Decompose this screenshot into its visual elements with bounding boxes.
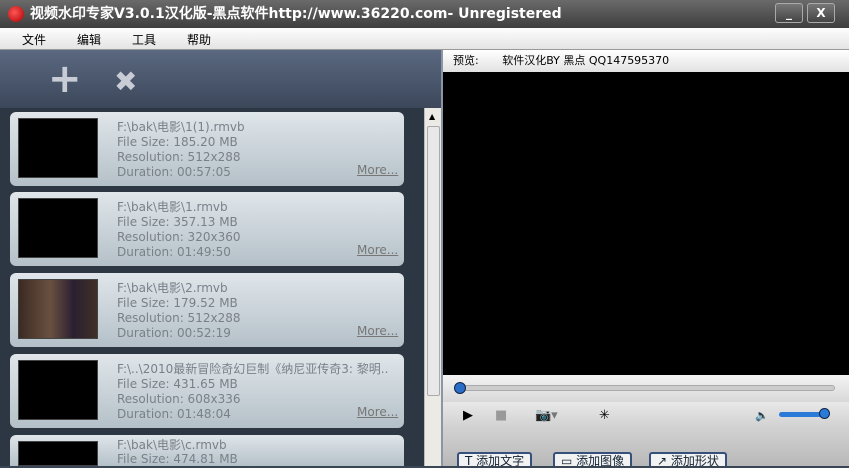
window-title: 视频水印专家V3.0.1汉化版-黑点软件http://www.36220.com… <box>30 6 562 22</box>
file-list: F:\bak\电影\1(1).rmvb File Size: 185.20 MB… <box>0 108 424 466</box>
menu-file[interactable]: 文件 <box>22 31 46 48</box>
file-size: File Size: 185.20 MB <box>117 135 238 149</box>
video-thumbnail <box>18 360 98 420</box>
minimize-button[interactable]: _ <box>775 3 803 23</box>
seek-handle[interactable] <box>454 382 466 394</box>
list-item[interactable]: F:\bak\电影\c.rmvb File Size: 474.81 MB <box>10 435 404 466</box>
file-path: F:\bak\电影\2.rmvb <box>117 281 228 295</box>
close-button[interactable]: X <box>807 3 835 23</box>
file-duration: Duration: 00:52:19 <box>117 326 231 340</box>
playback-controls: ▶ ■ 📷▾ ✳ 🔈 <box>443 402 849 430</box>
file-path: F:\bak\电影\1(1).rmvb <box>117 120 245 134</box>
add-image-button[interactable]: ▭ 添加图像 <box>553 452 633 467</box>
more-link[interactable]: More... <box>357 405 398 419</box>
video-thumbnail <box>18 279 98 339</box>
file-size: File Size: 179.52 MB <box>117 296 238 310</box>
seek-bar[interactable] <box>443 375 849 402</box>
video-preview[interactable] <box>443 72 849 375</box>
file-path: F:\bak\电影\c.rmvb <box>117 438 227 452</box>
volume-handle[interactable] <box>819 408 830 419</box>
add-text-button[interactable]: T 添加文字 <box>457 452 533 467</box>
play-button[interactable]: ▶ <box>463 408 473 424</box>
list-item[interactable]: F:\bak\电影\1.rmvb File Size: 357.13 MB Re… <box>10 192 404 266</box>
file-duration: Duration: 00:57:05 <box>117 165 231 179</box>
menu-help[interactable]: 帮助 <box>187 31 211 48</box>
more-link[interactable]: More... <box>357 163 398 177</box>
file-toolbar: + ✖ <box>0 50 441 108</box>
remove-file-button[interactable]: ✖ <box>114 65 137 99</box>
file-resolution: Resolution: 512x288 <box>117 311 241 325</box>
scroll-up-arrow-icon[interactable]: ▲ <box>429 112 435 122</box>
list-item[interactable]: F:\bak\电影\1(1).rmvb File Size: 185.20 MB… <box>10 112 404 186</box>
app-icon <box>8 6 24 22</box>
menu-bar: 文件 编辑 工具 帮助 <box>0 28 849 50</box>
seek-track[interactable] <box>457 385 835 391</box>
list-item[interactable]: F:\..\2010最新冒险奇幻巨制《纳尼亚传奇3: 黎明.. File Siz… <box>10 354 404 428</box>
list-scrollbar[interactable]: ▲ <box>424 108 441 466</box>
file-path: F:\bak\电影\1.rmvb <box>117 200 228 214</box>
file-resolution: Resolution: 320x360 <box>117 230 241 244</box>
stop-button[interactable]: ■ <box>495 408 507 424</box>
add-file-button[interactable]: + <box>48 59 82 99</box>
more-link[interactable]: More... <box>357 243 398 257</box>
preview-header: 预览: 软件汉化BY 黑点 QQ147595370 <box>443 50 849 72</box>
file-path: F:\..\2010最新冒险奇幻巨制《纳尼亚传奇3: 黎明.. <box>117 362 389 376</box>
title-bar: 视频水印专家V3.0.1汉化版-黑点软件http://www.36220.com… <box>0 0 849 28</box>
action-bar: T 添加文字 ▭ 添加图像 ↗ 添加形状 <box>443 430 849 467</box>
file-resolution: Resolution: 608x336 <box>117 392 241 406</box>
file-duration: Duration: 01:49:50 <box>117 245 231 259</box>
video-thumbnail <box>18 441 98 466</box>
video-thumbnail <box>18 198 98 258</box>
effects-button[interactable]: ✳ <box>599 408 610 424</box>
list-item[interactable]: F:\bak\电影\2.rmvb File Size: 179.52 MB Re… <box>10 273 404 347</box>
file-resolution: Resolution: 512x288 <box>117 150 241 164</box>
more-link[interactable]: More... <box>357 324 398 338</box>
video-thumbnail <box>18 118 98 178</box>
preview-label: 预览: <box>453 54 479 67</box>
volume-icon[interactable]: 🔈 <box>755 408 769 424</box>
menu-edit[interactable]: 编辑 <box>77 31 101 48</box>
snapshot-button[interactable]: 📷▾ <box>535 408 558 424</box>
add-shape-button[interactable]: ↗ 添加形状 <box>649 452 727 467</box>
preview-panel: 预览: 软件汉化BY 黑点 QQ147595370 ▶ ■ 📷▾ ✳ 🔈 T 添… <box>441 50 849 467</box>
file-size: File Size: 357.13 MB <box>117 215 238 229</box>
menu-tools[interactable]: 工具 <box>132 31 156 48</box>
scrollbar-thumb[interactable] <box>427 126 440 396</box>
credit-text: 软件汉化BY 黑点 QQ147595370 <box>502 54 670 67</box>
file-size: File Size: 431.65 MB <box>117 377 238 391</box>
file-duration: Duration: 01:48:04 <box>117 407 231 421</box>
file-size: File Size: 474.81 MB <box>117 452 238 466</box>
